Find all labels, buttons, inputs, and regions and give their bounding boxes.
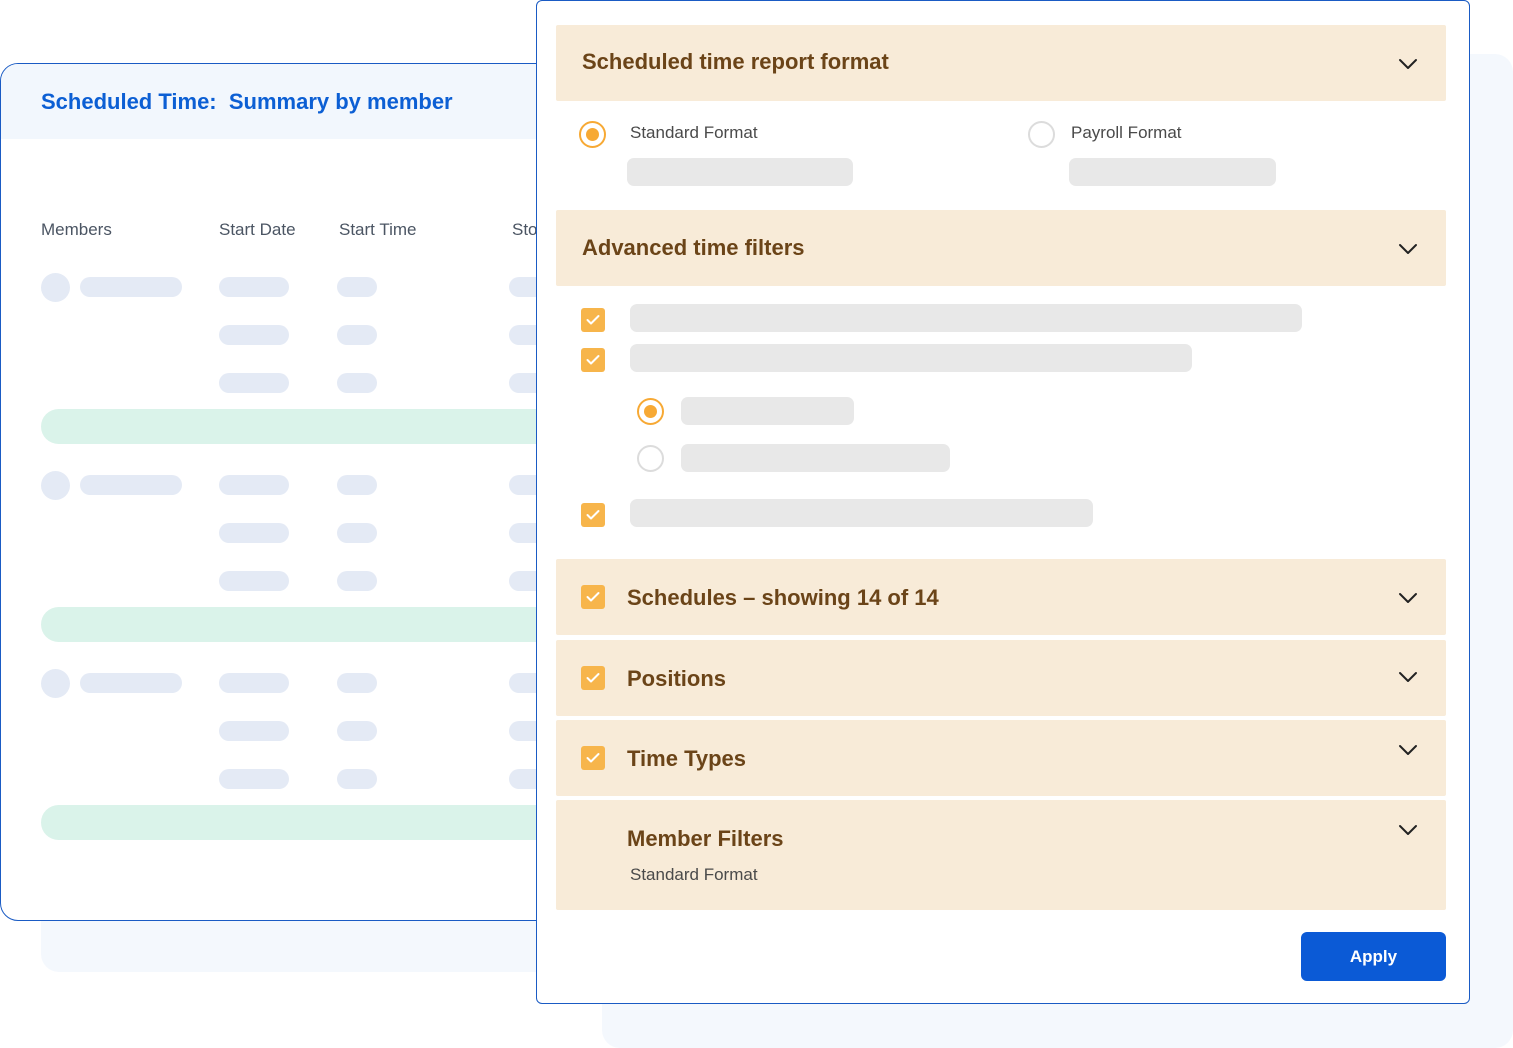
name-placeholder bbox=[80, 673, 182, 693]
date-placeholder bbox=[219, 673, 289, 693]
report-format-title: Scheduled time report format bbox=[582, 49, 889, 74]
chevron-down-icon[interactable] bbox=[1398, 58, 1418, 70]
placeholder-bar bbox=[681, 397, 854, 425]
date-placeholder bbox=[219, 475, 289, 495]
chevron-down-icon[interactable] bbox=[1398, 243, 1418, 255]
date-placeholder bbox=[219, 721, 289, 741]
time-placeholder bbox=[337, 673, 377, 693]
placeholder-bar bbox=[1069, 158, 1276, 186]
advanced-filters-title: Advanced time filters bbox=[582, 235, 805, 260]
report-title: Scheduled Time: Summary by member bbox=[41, 89, 453, 115]
positions-section-header[interactable]: Positions bbox=[556, 640, 1446, 716]
filter-panel: Scheduled time report format Standard Fo… bbox=[536, 0, 1470, 1004]
column-header-stop: Sto bbox=[512, 220, 538, 239]
check-icon bbox=[586, 753, 600, 763]
placeholder-bar bbox=[630, 304, 1302, 332]
schedules-checkbox[interactable] bbox=[581, 585, 605, 609]
date-placeholder bbox=[219, 277, 289, 297]
time-types-section-header[interactable]: Time Types bbox=[556, 720, 1446, 796]
time-types-title: Time Types bbox=[627, 746, 747, 771]
check-icon bbox=[586, 510, 600, 520]
avatar-placeholder bbox=[41, 273, 70, 302]
check-icon bbox=[586, 673, 600, 683]
report-title-prefix: Scheduled Time: bbox=[41, 88, 229, 114]
advanced-filter-checkbox[interactable] bbox=[581, 308, 605, 332]
check-icon bbox=[586, 315, 600, 325]
report-format-section-header[interactable]: Scheduled time report format bbox=[556, 25, 1446, 101]
check-icon bbox=[586, 592, 600, 602]
summary-row-placeholder bbox=[41, 805, 599, 840]
time-placeholder bbox=[337, 721, 377, 741]
summary-row-placeholder bbox=[41, 607, 599, 642]
chevron-down-icon[interactable] bbox=[1398, 671, 1418, 683]
standard-format-radio[interactable] bbox=[579, 121, 606, 148]
time-placeholder bbox=[337, 373, 377, 393]
member-filters-title: Member Filters bbox=[627, 826, 784, 851]
payroll-format-label: Payroll Format bbox=[1071, 123, 1182, 142]
chevron-down-icon[interactable] bbox=[1398, 744, 1418, 756]
time-placeholder bbox=[337, 325, 377, 345]
advanced-filter-checkbox[interactable] bbox=[581, 503, 605, 527]
report-card: Scheduled Time: Summary by member Member… bbox=[0, 63, 600, 921]
schedules-section-header[interactable]: Schedules – showing 14 of 14 bbox=[556, 559, 1446, 635]
time-placeholder bbox=[337, 571, 377, 591]
chevron-down-icon[interactable] bbox=[1398, 824, 1418, 836]
placeholder-bar bbox=[630, 344, 1192, 372]
column-header-start-date: Start Date bbox=[219, 220, 296, 239]
positions-checkbox[interactable] bbox=[581, 666, 605, 690]
time-placeholder bbox=[337, 523, 377, 543]
time-types-checkbox[interactable] bbox=[581, 746, 605, 770]
date-placeholder bbox=[219, 325, 289, 345]
date-placeholder bbox=[219, 571, 289, 591]
member-filters-section-header[interactable]: Member Filters Standard Format bbox=[556, 800, 1446, 910]
advanced-option-radio[interactable] bbox=[637, 445, 664, 472]
standard-format-label: Standard Format bbox=[630, 123, 758, 142]
time-placeholder bbox=[337, 769, 377, 789]
advanced-option-radio[interactable] bbox=[637, 398, 664, 425]
placeholder-bar bbox=[627, 158, 853, 186]
name-placeholder bbox=[80, 277, 182, 297]
report-header: Scheduled Time: Summary by member bbox=[1, 64, 599, 139]
column-header-members: Members bbox=[41, 220, 112, 239]
advanced-filter-checkbox[interactable] bbox=[581, 348, 605, 372]
schedules-title: Schedules – showing 14 of 14 bbox=[627, 585, 939, 610]
name-placeholder bbox=[80, 475, 182, 495]
apply-button[interactable]: Apply bbox=[1301, 932, 1446, 981]
column-header-start-time: Start Time bbox=[339, 220, 417, 239]
date-placeholder bbox=[219, 769, 289, 789]
placeholder-bar bbox=[630, 499, 1093, 527]
advanced-filters-section-header[interactable]: Advanced time filters bbox=[556, 210, 1446, 286]
summary-row-placeholder bbox=[41, 409, 599, 444]
report-title-main: Summary by member bbox=[228, 88, 453, 114]
placeholder-bar bbox=[681, 444, 950, 472]
date-placeholder bbox=[219, 523, 289, 543]
time-placeholder bbox=[337, 475, 377, 495]
chevron-down-icon[interactable] bbox=[1398, 592, 1418, 604]
date-placeholder bbox=[219, 373, 289, 393]
payroll-format-radio[interactable] bbox=[1028, 121, 1055, 148]
avatar-placeholder bbox=[41, 669, 70, 698]
time-placeholder bbox=[337, 277, 377, 297]
member-filters-subtitle: Standard Format bbox=[630, 865, 758, 884]
avatar-placeholder bbox=[41, 471, 70, 500]
check-icon bbox=[586, 355, 600, 365]
positions-title: Positions bbox=[627, 666, 727, 691]
